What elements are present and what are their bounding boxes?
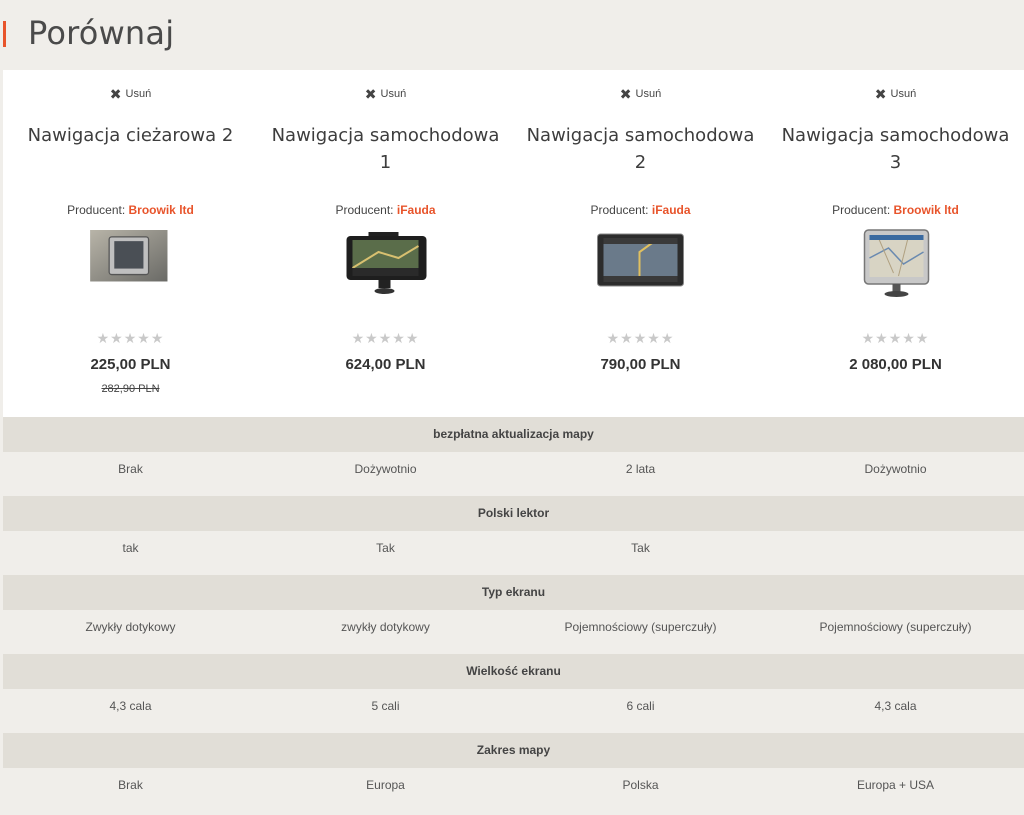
feature-row: Zwykły dotykowy zwykły dotykowy Pojemnoś… <box>3 610 1024 654</box>
feature-value: Europa <box>366 778 405 792</box>
feature-value: Brak <box>118 778 143 792</box>
product-name-link[interactable]: Nawigacja samochodowa 3 <box>778 122 1013 176</box>
price: 624,00 PLN <box>345 356 426 373</box>
feature-value: Zwykły dotykowy <box>85 620 176 634</box>
feature-header: Polski lektor <box>3 496 1024 531</box>
remove-button[interactable]: ✖ Usuń <box>513 87 768 101</box>
producer-link[interactable]: iFauda <box>652 203 691 217</box>
compare-page: Porównaj ✖ Usuń Nawigacja cieżarowa 2 Pr… <box>0 0 1024 815</box>
feature-value: Tak <box>376 541 395 555</box>
products-panel: ✖ Usuń Nawigacja cieżarowa 2 Producent: … <box>3 70 1024 417</box>
remove-label: Usuń <box>380 88 407 100</box>
feature-header: Typ ekranu <box>3 575 1024 610</box>
producer-label: Producent: <box>335 203 394 217</box>
product-column: ✖ Usuń Nawigacja samochodowa 2 Producent… <box>513 70 768 417</box>
old-price: 282,90 PLN <box>101 383 160 395</box>
feature-value: tak <box>122 541 139 555</box>
title-accent-bar <box>3 21 6 47</box>
remove-button[interactable]: ✖ Usuń <box>258 87 513 101</box>
product-name-link[interactable]: Nawigacja cieżarowa 2 <box>13 122 248 149</box>
feature-value: zwykły dotykowy <box>341 620 430 634</box>
producer-label: Producent: <box>590 203 649 217</box>
feature-row: tak Tak Tak <box>3 531 1024 575</box>
producer-line: Producent: iFauda <box>258 203 513 217</box>
product-image[interactable] <box>593 228 688 298</box>
features-table: bezpłatna aktualizacja mapy Brak Dożywot… <box>3 417 1024 812</box>
close-icon: ✖ <box>364 86 377 102</box>
producer-line: Producent: Broowik ltd <box>3 203 258 217</box>
feature-value: 2 lata <box>625 462 656 476</box>
producer-link[interactable]: iFauda <box>397 203 436 217</box>
producer-label: Producent: <box>832 203 891 217</box>
remove-label: Usuń <box>890 88 917 100</box>
product-name-link[interactable]: Nawigacja samochodowa 2 <box>523 122 758 176</box>
feature-value: Polska <box>622 778 659 792</box>
feature-value: 6 cali <box>626 699 655 713</box>
feature-header: Wielkość ekranu <box>3 654 1024 689</box>
rating-stars: ★★★★★ <box>351 330 420 346</box>
page-title: Porównaj <box>28 14 175 52</box>
feature-value: Pojemnościowy (superczuły) <box>819 620 972 634</box>
producer-line: Producent: Broowik ltd <box>768 203 1023 217</box>
feature-row: Brak Dożywotnio 2 lata Dożywotnio <box>3 452 1024 496</box>
feature-header: Zakres mapy <box>3 733 1024 768</box>
remove-label: Usuń <box>125 88 152 100</box>
remove-label: Usuń <box>635 88 662 100</box>
product-image[interactable] <box>848 228 943 298</box>
producer-line: Producent: iFauda <box>513 203 768 217</box>
producer-link[interactable]: Broowik ltd <box>894 203 959 217</box>
feature-row: Brak Europa Polska Europa + USA <box>3 768 1024 812</box>
price: 790,00 PLN <box>600 356 681 373</box>
close-icon: ✖ <box>109 86 122 102</box>
rating-stars: ★★★★★ <box>96 330 165 346</box>
feature-value: 4,3 cala <box>874 699 917 713</box>
feature-value: Europa + USA <box>856 778 935 792</box>
feature-value: 4,3 cala <box>109 699 152 713</box>
rating-stars: ★★★★★ <box>606 330 675 346</box>
remove-button[interactable]: ✖ Usuń <box>3 87 258 101</box>
product-name-link[interactable]: Nawigacja samochodowa 1 <box>268 122 503 176</box>
feature-value: Brak <box>118 462 143 476</box>
feature-row: 4,3 cala 5 cali 6 cali 4,3 cala <box>3 689 1024 733</box>
product-column: ✖ Usuń Nawigacja cieżarowa 2 Producent: … <box>3 70 258 417</box>
feature-value: 5 cali <box>371 699 400 713</box>
close-icon: ✖ <box>619 86 632 102</box>
producer-link[interactable]: Broowik ltd <box>129 203 194 217</box>
feature-header: bezpłatna aktualizacja mapy <box>3 417 1024 452</box>
product-column: ✖ Usuń Nawigacja samochodowa 3 Producent… <box>768 70 1023 417</box>
page-header: Porównaj <box>0 0 1024 70</box>
feature-value: Dożywotnio <box>354 462 417 476</box>
product-image[interactable] <box>338 228 433 298</box>
remove-button[interactable]: ✖ Usuń <box>768 87 1023 101</box>
feature-value: Pojemnościowy (superczuły) <box>564 620 717 634</box>
product-image[interactable] <box>86 230 176 290</box>
product-column: ✖ Usuń Nawigacja samochodowa 1 Producent… <box>258 70 513 417</box>
close-icon: ✖ <box>874 86 887 102</box>
feature-value: Dożywotnio <box>864 462 927 476</box>
producer-label: Producent: <box>67 203 126 217</box>
rating-stars: ★★★★★ <box>861 330 930 346</box>
price: 225,00 PLN <box>90 356 171 373</box>
feature-value: Tak <box>631 541 650 555</box>
price: 2 080,00 PLN <box>849 356 942 373</box>
feature-value <box>768 531 1023 575</box>
